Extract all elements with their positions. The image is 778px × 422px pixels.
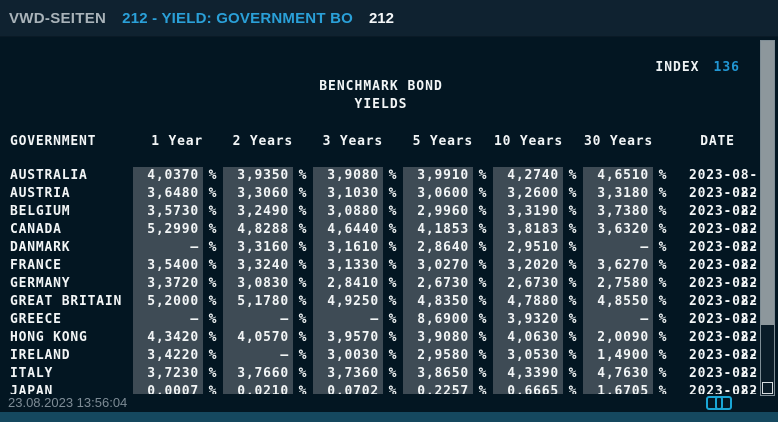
percent-sign: % xyxy=(563,383,583,394)
vertical-scrollbar[interactable] xyxy=(760,40,775,396)
table-body: AUSTRALIA 4,0370 % 3,9350 % 3,9080 % 3,9… xyxy=(0,167,762,394)
percent-sign: % xyxy=(293,383,313,394)
page-title-line2: YIELDS xyxy=(0,96,762,114)
column-header-5-years: 5 Years xyxy=(403,134,473,150)
header-spacer xyxy=(653,134,673,150)
page-title-line1: BENCHMARK BOND xyxy=(0,78,762,96)
page-title-link[interactable]: 212 - YIELD: GOVERNMENT BO xyxy=(122,10,353,27)
index-value[interactable]: 136 xyxy=(714,60,740,75)
table-row: GREAT BRITAIN 5,2000 % 5,1780 % 4,9250 %… xyxy=(0,293,762,311)
value-cell-5y: 0,2257 xyxy=(403,383,473,394)
percent-sign: % xyxy=(383,383,403,394)
table-row: AUSTRIA 3,6480 % 3,3060 % 3,1030 % 3,060… xyxy=(0,185,762,203)
table-row: FRANCE 3,5400 % 3,3240 % 3,1330 % 3,0270… xyxy=(0,257,762,275)
terminal-window: VWD-SEITEN 212 - YIELD: GOVERNMENT BO 21… xyxy=(0,0,778,422)
app-name: VWD-SEITEN xyxy=(9,10,106,27)
value-cell-10y: 0,6665 xyxy=(493,383,563,394)
table-row: AUSTRALIA 4,0370 % 3,9350 % 3,9080 % 3,9… xyxy=(0,167,762,185)
column-header-10-years: 10 Years xyxy=(493,134,563,150)
table-row: GREECE – % – % – % 8,6900 % 3,9320 % – %… xyxy=(0,311,762,329)
title-bar: VWD-SEITEN 212 - YIELD: GOVERNMENT BO 21… xyxy=(0,0,778,37)
column-header-date: DATE xyxy=(673,134,762,150)
header-spacer xyxy=(473,134,493,150)
table-row: ITALY 3,7230 % 3,7660 % 3,7360 % 3,8650 … xyxy=(0,365,762,383)
header-spacer xyxy=(293,134,313,150)
value-cell-2y: 0,0210 xyxy=(223,383,293,394)
percent-sign: % xyxy=(203,383,223,394)
date-cell: 2023-08-22 xyxy=(673,383,762,394)
page-title: BENCHMARK BOND YIELDS xyxy=(0,78,762,114)
table-row: CANADA 5,2990 % 4,8288 % 4,6440 % 4,1853… xyxy=(0,221,762,239)
column-header-1-year: 1 Year xyxy=(133,134,203,150)
table-row: BELGIUM 3,5730 % 3,2490 % 3,0880 % 2,996… xyxy=(0,203,762,221)
window-bottom-strip xyxy=(0,412,778,422)
page-number-input[interactable]: 212 xyxy=(369,10,394,27)
value-cell-1y: 0,0007 xyxy=(133,383,203,394)
header-spacer xyxy=(203,134,223,150)
status-timestamp: 23.08.2023 13:56:04 xyxy=(8,395,127,410)
chain-link-icon[interactable] xyxy=(706,396,736,408)
index-label: INDEX xyxy=(655,60,699,75)
percent-sign: % xyxy=(653,383,673,394)
percent-sign: % xyxy=(473,383,493,394)
value-cell-3y: 0,0702 xyxy=(313,383,383,394)
table-row: JAPAN 0,0007 % 0,0210 % 0,0702 % 0,2257 … xyxy=(0,383,762,394)
header-spacer xyxy=(383,134,403,150)
table-row: HONG KONG 4,3420 % 4,0570 % 3,9570 % 3,9… xyxy=(0,329,762,347)
scrollbar-down-button[interactable] xyxy=(762,382,773,394)
column-header-3-years: 3 Years xyxy=(313,134,383,150)
scrollbar-thumb[interactable] xyxy=(761,41,774,325)
table-row: DANMARK – % 3,3160 % 3,1610 % 2,8640 % 2… xyxy=(0,239,762,257)
country-cell: JAPAN xyxy=(0,383,133,394)
column-header-government: GOVERNMENT xyxy=(0,134,133,150)
header-spacer xyxy=(563,134,583,150)
table-row: GERMANY 3,3720 % 3,0830 % 2,8410 % 2,673… xyxy=(0,275,762,293)
column-header-30-years: 30 Years xyxy=(583,134,653,150)
column-header-2-years: 2 Years xyxy=(223,134,293,150)
index-field: INDEX 136 xyxy=(655,60,740,75)
table-row: IRELAND 3,4220 % – % 3,0030 % 2,9580 % 3… xyxy=(0,347,762,365)
value-cell-30y: 1,6705 xyxy=(583,383,653,394)
chain-link-right xyxy=(715,396,732,410)
table-header: GOVERNMENT 1 Year 2 Years 3 Years 5 Year… xyxy=(0,134,762,150)
